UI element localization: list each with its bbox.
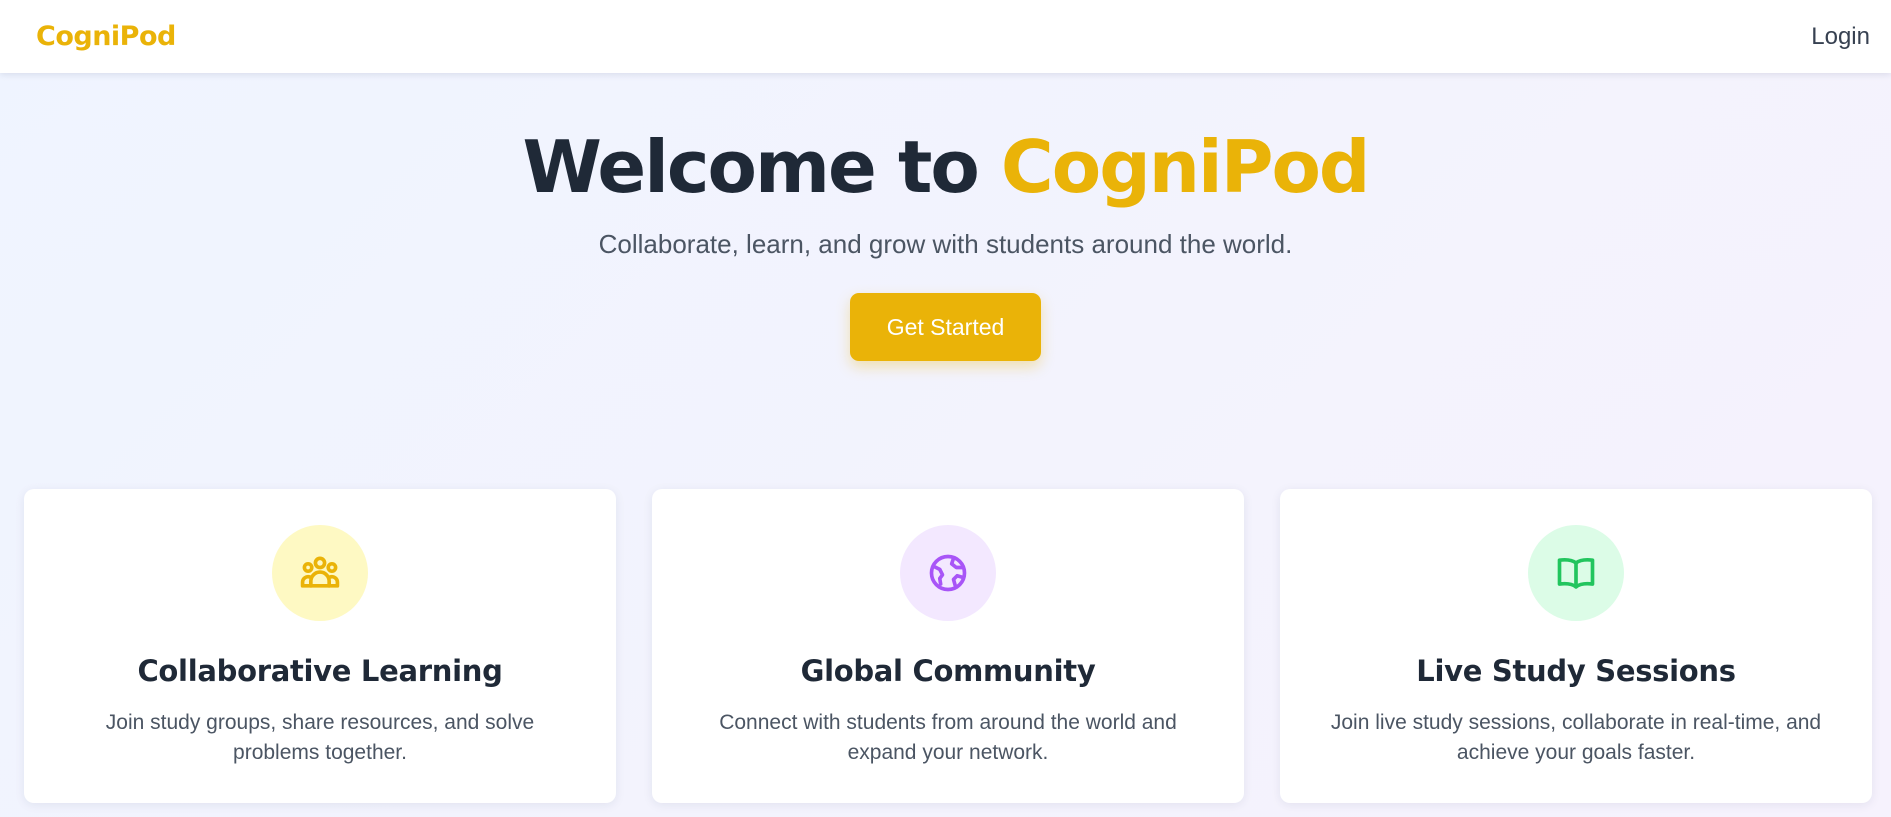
feature-title: Global Community bbox=[800, 654, 1096, 688]
feature-card-collaborative-learning: Collaborative Learning Join study groups… bbox=[24, 489, 616, 803]
get-started-button[interactable]: Get Started bbox=[850, 293, 1041, 361]
feature-title: Collaborative Learning bbox=[137, 654, 503, 688]
feature-title: Live Study Sessions bbox=[1416, 654, 1736, 688]
login-link[interactable]: Login bbox=[1811, 23, 1870, 51]
feature-description: Connect with students from around the wo… bbox=[719, 711, 1177, 764]
feature-card-global-community: Global Community Connect with students f… bbox=[652, 489, 1244, 803]
feature-card-live-study-sessions: Live Study Sessions Join live study sess… bbox=[1280, 489, 1872, 803]
hero-title-brand: CogniPod bbox=[1000, 125, 1371, 209]
users-icon bbox=[272, 525, 368, 621]
hero-section: Welcome to CogniPod Collaborate, learn, … bbox=[0, 73, 1891, 361]
top-navbar: CogniPod Login bbox=[0, 0, 1891, 73]
hero-title: Welcome to CogniPod bbox=[0, 125, 1891, 209]
hero-title-prefix: Welcome to bbox=[522, 125, 1001, 209]
feature-description: Join study groups, share resources, and … bbox=[105, 711, 535, 764]
hero-subtitle: Collaborate, learn, and grow with studen… bbox=[598, 229, 1293, 259]
features-section: Collaborative Learning Join study groups… bbox=[24, 489, 1872, 803]
brand-logo[interactable]: CogniPod bbox=[36, 21, 176, 52]
book-open-icon bbox=[1528, 525, 1624, 621]
feature-description: Join live study sessions, collaborate in… bbox=[1330, 711, 1822, 764]
globe-icon bbox=[900, 525, 996, 621]
